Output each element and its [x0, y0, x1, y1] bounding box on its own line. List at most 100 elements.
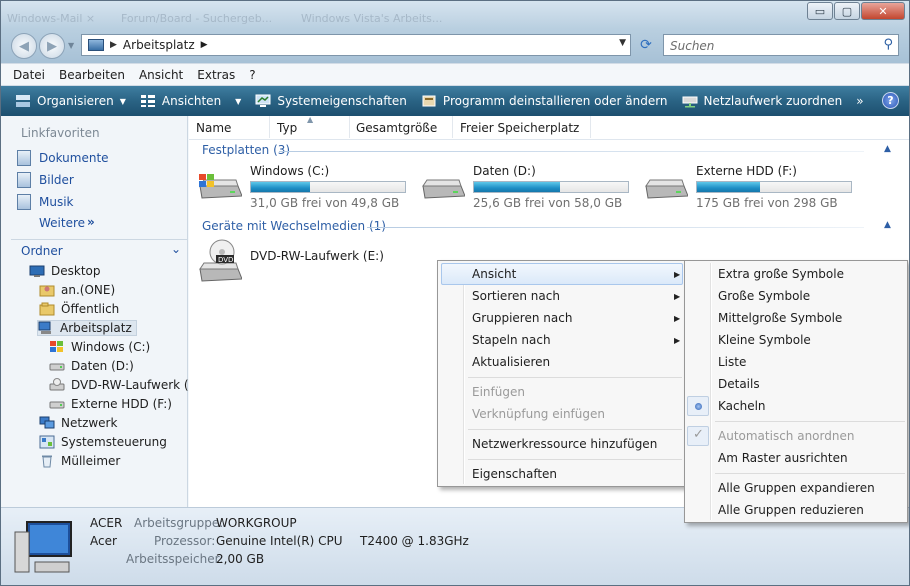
- tree-item-systemsteuerung[interactable]: Systemsteuerung: [39, 435, 167, 449]
- column-divider[interactable]: [590, 116, 591, 138]
- tree-item-netzwerk[interactable]: Netzwerk: [39, 416, 117, 430]
- map-network-drive-button[interactable]: Netzlaufwerk zuordnen: [682, 94, 842, 108]
- column-header-type[interactable]: Typ: [277, 121, 297, 135]
- column-header-name[interactable]: Name: [196, 121, 231, 135]
- sidebar-item-label: Musik: [39, 195, 74, 209]
- drive-tile-dvd-e[interactable]: DVD DVD-RW-Laufwerk (E:): [198, 239, 398, 287]
- breadcrumb-arrow-icon[interactable]: ▶: [201, 40, 208, 50]
- drive-name: Windows (C:): [250, 164, 330, 178]
- tree-item-public[interactable]: Öffentlich: [39, 302, 119, 316]
- tree-item-windows-c[interactable]: Windows (C:): [49, 340, 150, 354]
- help-icon[interactable]: ?: [882, 92, 899, 109]
- view-option-small-icons[interactable]: Kleine Symbole: [688, 329, 904, 351]
- menu-help[interactable]: ?: [249, 68, 255, 82]
- control-panel-icon: [39, 435, 55, 449]
- menu-item-label: Stapeln nach: [472, 333, 551, 347]
- menu-bearbeiten[interactable]: Bearbeiten: [59, 68, 125, 82]
- minimize-button[interactable]: ▭: [807, 2, 833, 20]
- system-properties-icon: [255, 94, 271, 107]
- column-divider[interactable]: [349, 116, 350, 138]
- menu-item-sortieren-nach[interactable]: Sortieren nach ▶: [441, 285, 683, 307]
- menu-item-label: Details: [718, 377, 760, 391]
- processor-value: Genuine Intel(R) CPU: [216, 534, 343, 548]
- maximize-button[interactable]: ▢: [834, 2, 860, 20]
- sidebar-item-musik[interactable]: Musik: [17, 194, 74, 210]
- address-bar[interactable]: ▶ Arbeitsplatz ▶ ▼: [81, 34, 631, 56]
- sidebar-item-bilder[interactable]: Bilder: [17, 172, 74, 188]
- menu-item-label: Einfügen: [472, 385, 525, 399]
- folders-header[interactable]: Ordner ⌄: [11, 239, 187, 261]
- uninstall-program-button[interactable]: Programm deinstallieren oder ändern: [421, 94, 668, 108]
- menu-extras[interactable]: Extras: [197, 68, 235, 82]
- menu-item-netzwerkressource-hinzufuegen[interactable]: Netzwerkressource hinzufügen: [441, 433, 683, 455]
- drive-tile-externe-f[interactable]: Externe HDD (F:) 175 GB frei von 298 GB: [644, 164, 859, 212]
- search-icon[interactable]: ⚲: [883, 37, 893, 52]
- drive-usage-fill: [697, 182, 761, 192]
- sidebar-item-dokumente[interactable]: Dokumente: [17, 150, 109, 166]
- search-input[interactable]: Suchen ⚲: [663, 34, 899, 56]
- menu-item-stapeln-nach[interactable]: Stapeln nach ▶: [441, 329, 683, 351]
- tree-item-daten-d[interactable]: Daten (D:): [49, 359, 134, 373]
- organize-button[interactable]: Organisieren ▼: [15, 94, 126, 108]
- tree-item-externe-f[interactable]: Externe HDD (F:): [49, 397, 172, 411]
- view-option-medium-icons[interactable]: Mittelgroße Symbole: [688, 307, 904, 329]
- group-title-hard-disks[interactable]: Festplatten (3): [202, 143, 290, 157]
- column-divider[interactable]: [269, 116, 270, 138]
- menu-ansicht[interactable]: Ansicht: [139, 68, 183, 82]
- drive-tile-windows-c[interactable]: Windows (C:) 31,0 GB frei von 49,8 GB: [198, 164, 413, 212]
- recent-pages-dropdown-icon[interactable]: ▼: [68, 41, 74, 50]
- tree-item-label: Arbeitsplatz: [60, 321, 132, 335]
- view-option-align-to-grid[interactable]: Am Raster ausrichten: [688, 447, 904, 469]
- view-option-auto-arrange[interactable]: Automatisch anordnen: [688, 425, 904, 447]
- view-option-extra-large-icons[interactable]: Extra große Symbole: [688, 263, 904, 285]
- system-properties-button[interactable]: Systemeigenschaften: [255, 94, 407, 108]
- tree-item-muelleimer[interactable]: Mülleimer: [39, 454, 120, 468]
- menu-item-gruppieren-nach[interactable]: Gruppieren nach ▶: [441, 307, 683, 329]
- menu-item-einfuegen[interactable]: Einfügen: [441, 381, 683, 403]
- tree-item-user[interactable]: an.(ONE): [39, 283, 115, 297]
- drive-free-space: 175 GB frei von 298 GB: [696, 196, 838, 210]
- forward-button[interactable]: ▶: [39, 33, 65, 59]
- menu-separator: [715, 473, 905, 474]
- menu-item-eigenschaften[interactable]: Eigenschaften: [441, 463, 683, 485]
- tree-item-arbeitsplatz[interactable]: Arbeitsplatz: [37, 320, 137, 336]
- close-button[interactable]: ✕: [861, 2, 905, 20]
- views-button[interactable]: Ansichten ▼: [140, 94, 241, 108]
- menu-item-verknuepfung-einfuegen[interactable]: Verknüpfung einfügen: [441, 403, 683, 425]
- view-option-list[interactable]: Liste: [688, 351, 904, 373]
- network-icon: [39, 416, 55, 429]
- view-option-large-icons[interactable]: Große Symbole: [688, 285, 904, 307]
- collapse-group-icon[interactable]: ▲: [884, 220, 891, 230]
- menu-item-aktualisieren[interactable]: Aktualisieren: [441, 351, 683, 373]
- breadcrumb-arbeitsplatz[interactable]: Arbeitsplatz: [123, 38, 195, 52]
- collapse-group-icon[interactable]: ▲: [884, 144, 891, 154]
- view-option-tiles[interactable]: Kacheln: [688, 395, 904, 417]
- group-title-removable[interactable]: Geräte mit Wechselmedien (1): [202, 219, 386, 233]
- drive-tile-daten-d[interactable]: Daten (D:) 25,6 GB frei von 58,0 GB: [421, 164, 636, 212]
- search-placeholder: Suchen: [670, 39, 715, 53]
- drive-name: Externe HDD (F:): [696, 164, 797, 178]
- tree-item-desktop[interactable]: Desktop: [29, 264, 101, 278]
- tree-item-label: Daten (D:): [71, 359, 134, 373]
- view-option-expand-all-groups[interactable]: Alle Gruppen expandieren: [688, 477, 904, 499]
- user-folder-icon: [39, 285, 55, 297]
- memory-value: 2,00 GB: [216, 552, 265, 566]
- more-favorites-link[interactable]: Weitere: [39, 216, 85, 230]
- view-option-collapse-all-groups[interactable]: Alle Gruppen reduzieren: [688, 499, 904, 521]
- back-button[interactable]: ◀: [11, 33, 37, 59]
- dvd-icon: DVD: [199, 239, 242, 282]
- refresh-button[interactable]: ⟳: [635, 34, 657, 56]
- column-header-total-size[interactable]: Gesamtgröße: [356, 121, 437, 135]
- column-divider[interactable]: [452, 116, 453, 138]
- menu-datei[interactable]: Datei: [13, 68, 45, 82]
- menu-item-ansicht[interactable]: Ansicht ▶: [441, 263, 683, 285]
- address-dropdown-icon[interactable]: ▼: [619, 38, 626, 48]
- double-chevron-icon[interactable]: »: [87, 215, 95, 229]
- breadcrumb-arrow-icon[interactable]: ▶: [110, 40, 117, 50]
- more-commands-button[interactable]: »: [856, 94, 863, 108]
- view-option-details[interactable]: Details: [688, 373, 904, 395]
- column-header-free-space[interactable]: Freier Speicherplatz: [460, 121, 579, 135]
- chevron-down-icon[interactable]: ⌄: [171, 242, 181, 256]
- chevron-down-icon[interactable]: ▼: [235, 97, 241, 106]
- tree-item-dvd-e[interactable]: DVD-RW-Laufwerk (E:: [49, 378, 200, 392]
